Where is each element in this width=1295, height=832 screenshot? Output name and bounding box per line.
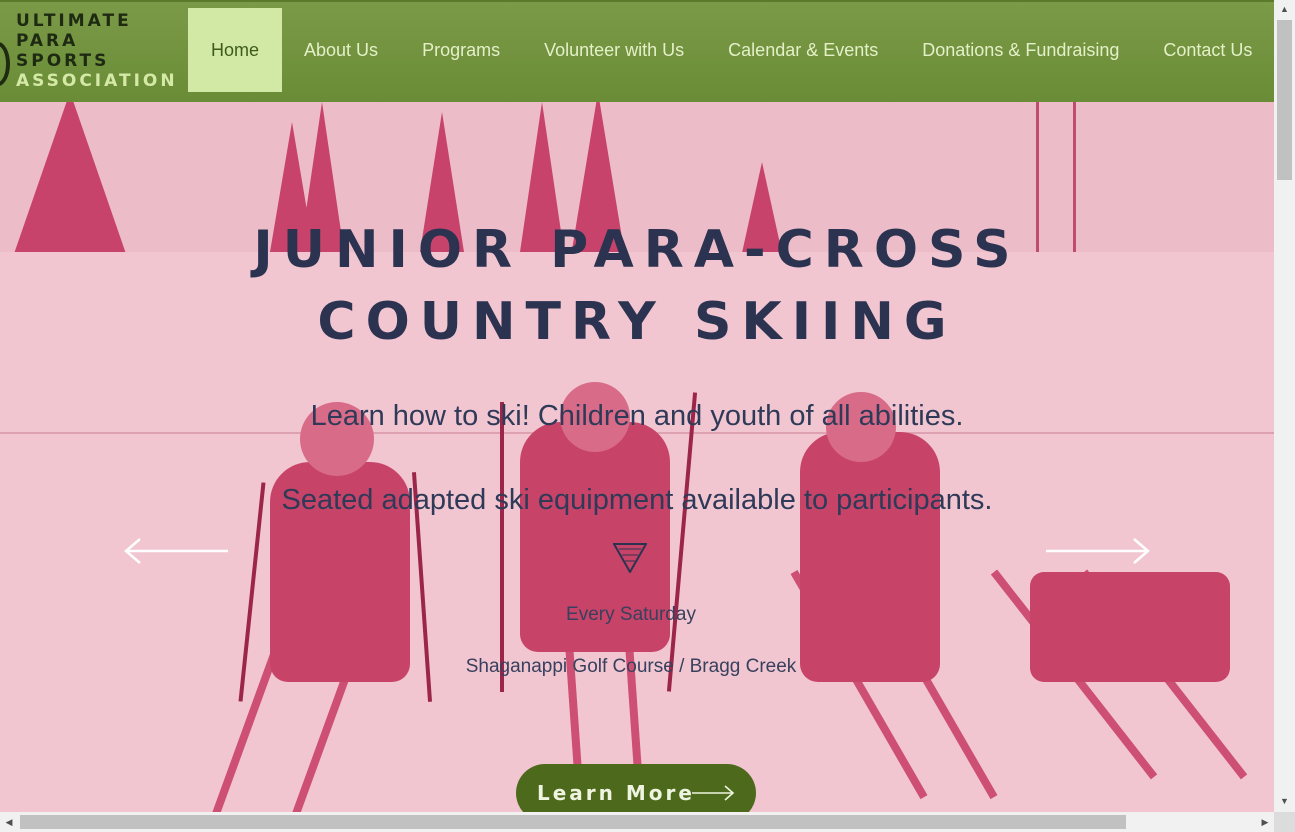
main-nav: Home About Us Programs Volunteer with Us… (188, 8, 1274, 92)
scroll-up-icon[interactable]: ▲ (1274, 0, 1295, 18)
hero-tint-overlay (0, 102, 1274, 812)
logo-line-3: SPORTS (16, 51, 110, 71)
arrow-left-icon[interactable] (124, 538, 230, 564)
scroll-left-icon[interactable]: ◀ (0, 812, 18, 832)
scroll-right-icon[interactable]: ▶ (1256, 812, 1274, 832)
hero-title-line-1: JUNIOR PARA-CROSS (253, 220, 1021, 280)
logo-line-1: ULTIMATE (16, 11, 132, 31)
learn-more-label: Learn More (537, 781, 695, 805)
nav-item-home[interactable]: Home (188, 8, 283, 92)
nav-item-calendar[interactable]: Calendar & Events (706, 8, 900, 92)
hero-subtitle-2: Seated adapted ski equipment available t… (281, 484, 993, 516)
hero-slide: JUNIOR PARA-CROSS COUNTRY SKIING Learn h… (0, 102, 1274, 812)
scroll-down-icon[interactable]: ▼ (1274, 792, 1295, 810)
hero-schedule: Every Saturday (566, 604, 696, 625)
nav-item-about-us[interactable]: About Us (282, 8, 400, 92)
hero-location: Shaganappi Golf Course / Bragg Creek (465, 656, 797, 677)
nav-item-donations[interactable]: Donations & Fundraising (900, 8, 1141, 92)
scrollbar-corner (1274, 812, 1295, 832)
vertical-scrollbar[interactable]: ▲ ▼ (1274, 0, 1295, 812)
logo-line-4: ASSOCIATION (16, 71, 178, 91)
vertical-scroll-thumb[interactable] (1277, 20, 1292, 180)
nav-item-contact[interactable]: Contact Us (1141, 8, 1274, 92)
arrow-right-icon (692, 785, 735, 801)
logo[interactable]: ULTIMATE PARA SPORTS ASSOCIATION (0, 12, 180, 94)
horizontal-scrollbar[interactable]: ◀ ▶ (0, 812, 1274, 832)
learn-more-button[interactable]: Learn More (516, 764, 756, 812)
hero-title: JUNIOR PARA-CROSS COUNTRY SKIING (0, 214, 1274, 358)
nav-item-programs[interactable]: Programs (400, 8, 522, 92)
arrow-right-icon[interactable] (1044, 538, 1150, 564)
logo-ring-icon (0, 42, 10, 86)
site-header: ULTIMATE PARA SPORTS ASSOCIATION Home Ab… (0, 0, 1274, 102)
triangle-down-icon (613, 543, 647, 573)
logo-line-2: PARA (16, 31, 79, 51)
horizontal-scroll-thumb[interactable] (20, 815, 1126, 829)
hero-subtitle-1: Learn how to ski! Children and youth of … (310, 400, 964, 432)
hero-title-line-2: COUNTRY SKIING (317, 292, 957, 352)
nav-item-volunteer[interactable]: Volunteer with Us (522, 8, 706, 92)
